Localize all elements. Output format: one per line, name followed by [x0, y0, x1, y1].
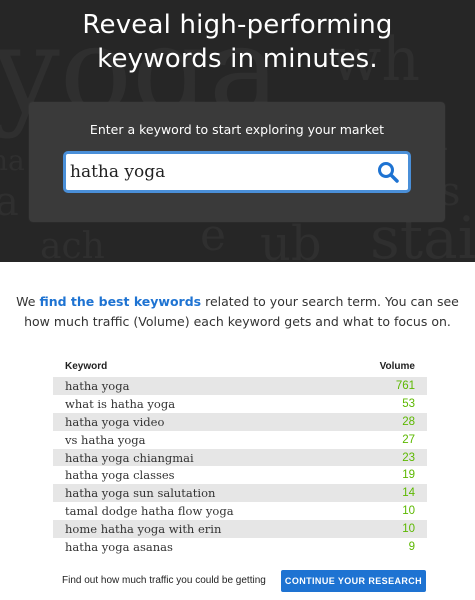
keyword-cell: tamal dodge hatha flow yoga — [65, 504, 234, 519]
table-row: hatha yoga 761 — [53, 377, 427, 395]
hero-title: Reveal high-performing keywords in minut… — [0, 8, 475, 76]
volume-cell: 19 — [402, 469, 415, 482]
keyword-cell: home hatha yoga with erin — [53, 520, 339, 539]
volume-cell: 10 — [338, 520, 427, 539]
search-input[interactable] — [70, 157, 370, 187]
keyword-cell: hatha yoga — [53, 377, 339, 395]
search-icon-glyph — [378, 162, 399, 183]
table-row: hatha yoga chiangmai 23 — [53, 448, 427, 467]
volume-cell: 9 — [408, 540, 415, 553]
keyword-cell: vs hatha yoga — [65, 432, 146, 447]
volume-cell: 14 — [338, 484, 427, 503]
keyword-table: Keyword Volume hatha yoga 761 what is hat… — [53, 355, 427, 556]
search-panel: Enter a keyword to start exploring your … — [29, 102, 445, 222]
keyword-column-header: Keyword — [65, 360, 108, 372]
table-row: hatha yoga sun salutation 14 — [53, 484, 427, 503]
volume-cell: 761 — [338, 377, 427, 395]
volume-cell: 28 — [338, 412, 427, 431]
volume-cell: 53 — [402, 397, 415, 410]
volume-cell: 27 — [402, 433, 415, 446]
keyword-cell: hatha yoga classes — [65, 468, 175, 483]
traffic-prompt-text: Find out how much traffic you could be g… — [62, 575, 266, 586]
svg-text:ach: ach — [40, 226, 105, 262]
search-box — [63, 151, 411, 193]
svg-text:a: a — [0, 179, 19, 225]
table-row: tamal dodge hatha flow yoga 10 — [53, 502, 427, 520]
hero-title-line-1: Reveal high-performing — [82, 10, 393, 40]
table-row: vs hatha yoga 27 — [53, 431, 427, 449]
intro-text: We find the best keywords related to you… — [14, 292, 461, 332]
svg-text:ub: ub — [260, 216, 322, 262]
table-row: home hatha yoga with erin 10 — [53, 520, 427, 539]
keyword-cell: what is hatha yoga — [65, 396, 176, 411]
keyword-cell: hatha yoga video — [53, 412, 339, 431]
find-best-keywords-link[interactable]: find the best keywords — [39, 294, 201, 309]
intro-prefix: We — [16, 294, 40, 309]
keyword-cell: hatha yoga chiangmai — [53, 448, 339, 467]
table-row: hatha yoga asanas 9 — [53, 538, 427, 556]
search-prompt: Enter a keyword to start exploring your … — [89, 122, 385, 137]
volume-cell: 10 — [402, 505, 415, 518]
svg-text:ha: ha — [0, 144, 25, 177]
hero-title-line-2: keywords in minutes. — [97, 44, 378, 74]
table-header-row: Keyword Volume — [53, 355, 427, 377]
search-icon[interactable] — [376, 160, 400, 184]
keyword-cell: hatha yoga sun salutation — [53, 484, 339, 503]
hero-section: yoga wh ha a e ub stai h s ach Reveal hi… — [0, 0, 475, 262]
keyword-cell: hatha yoga asanas — [65, 539, 173, 554]
continue-research-button[interactable]: CONTINUE YOUR RESEARCH — [281, 570, 426, 592]
volume-column-header: Volume — [379, 360, 415, 372]
table-row: hatha yoga classes 19 — [53, 466, 427, 484]
volume-cell: 23 — [338, 448, 427, 467]
table-row: hatha yoga video 28 — [53, 412, 427, 431]
table-row: what is hatha yoga 53 — [53, 395, 427, 413]
